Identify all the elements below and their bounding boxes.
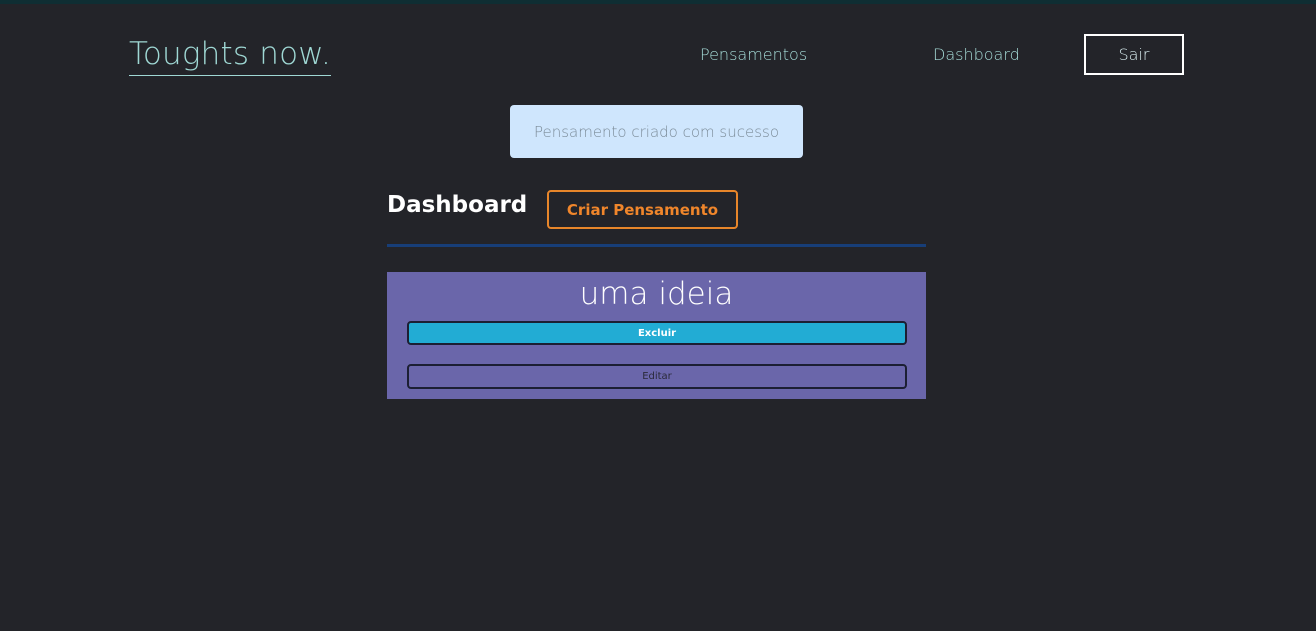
nav-link-pensamentos[interactable]: Pensamentos: [700, 45, 807, 65]
divider: [387, 244, 926, 247]
thought-title: uma ideia: [579, 276, 734, 312]
create-thought-button[interactable]: Criar Pensamento: [547, 190, 738, 229]
flash-message: Pensamento criado com sucesso: [510, 105, 803, 158]
page-title: Dashboard: [387, 192, 528, 218]
nav-link-dashboard[interactable]: Dashboard: [933, 45, 1020, 65]
logout-button[interactable]: Sair: [1084, 34, 1184, 75]
thought-card: uma ideia Excluir Editar: [387, 272, 926, 399]
logo[interactable]: Toughts now.: [129, 34, 332, 76]
navbar: Toughts now. Pensamentos Dashboard Sair: [0, 4, 1316, 94]
delete-button[interactable]: Excluir: [407, 321, 907, 345]
edit-button[interactable]: Editar: [407, 364, 907, 389]
